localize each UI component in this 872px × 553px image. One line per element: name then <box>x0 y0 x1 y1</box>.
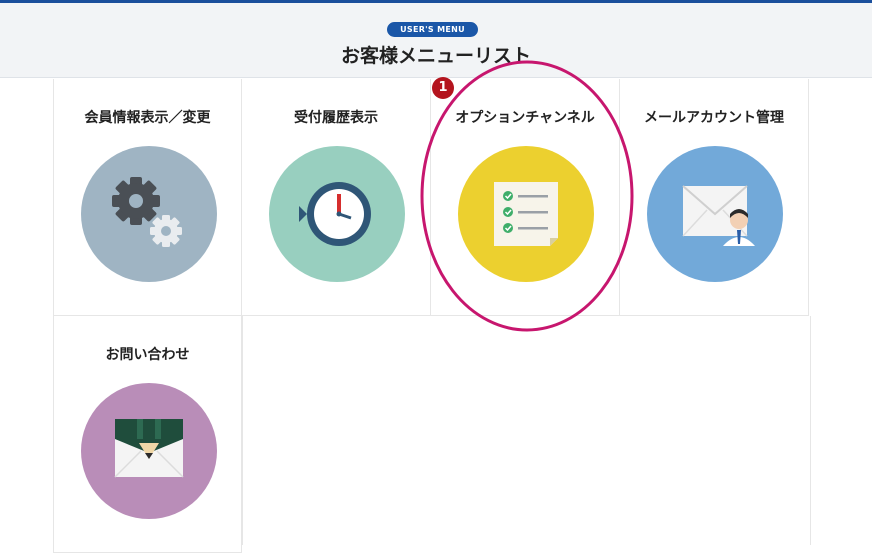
menu-tile-reception-history[interactable]: 受付履歴表示 <box>242 79 431 316</box>
menu-tile-member-info[interactable]: 会員情報表示／変更 <box>53 79 242 316</box>
menu-tile-mail-account[interactable]: メールアカウント管理 <box>620 79 809 316</box>
tile-label: メールアカウント管理 <box>644 110 784 126</box>
tile-label: 会員情報表示／変更 <box>84 110 211 126</box>
pencil-envelope-icon <box>81 383 217 519</box>
gears-icon <box>81 146 217 282</box>
tile-label: 受付履歴表示 <box>294 110 378 126</box>
step-marker-badge: 1 <box>432 77 454 99</box>
users-menu-badge: USER'S MENU <box>387 22 478 37</box>
page-title: お客様メニューリスト <box>340 45 531 67</box>
grid-divider <box>242 316 243 545</box>
menu-header: USER'S MENU お客様メニューリスト <box>0 0 872 78</box>
history-clock-icon <box>269 146 405 282</box>
tile-label: お問い合わせ <box>105 347 190 363</box>
grid-divider <box>810 316 811 545</box>
checklist-icon <box>458 146 594 282</box>
menu-tile-contact[interactable]: お問い合わせ <box>53 316 242 553</box>
tile-label: オプションチャンネル <box>455 110 595 126</box>
mail-account-icon <box>647 146 783 282</box>
menu-tile-option-channel[interactable]: オプションチャンネル <box>431 79 620 316</box>
